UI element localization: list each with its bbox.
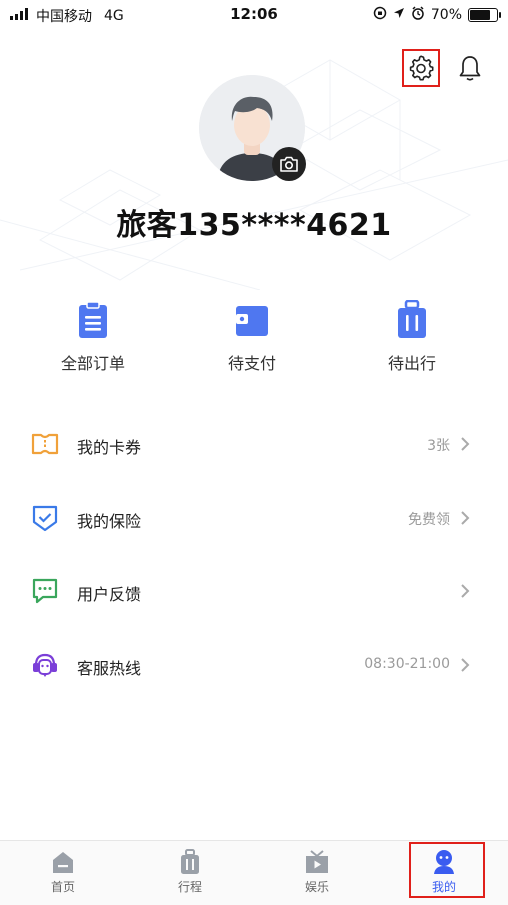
change-avatar-button[interactable] (272, 147, 306, 181)
camera-icon (280, 156, 298, 172)
menu-item-feedback[interactable]: 用户反馈 (0, 553, 508, 627)
settings-button[interactable] (402, 49, 440, 87)
battery-icon (468, 8, 501, 22)
hotline-hours: 08:30-21:00 (364, 655, 450, 672)
location-arrow-icon (393, 7, 405, 23)
pending-trip-button[interactable]: 待出行 (352, 299, 472, 374)
menu-item-hotline[interactable]: 客服热线 08:30-21:00 (0, 627, 508, 701)
menu-list: 我的卡券 3张 我的保险 免费领 用户反馈 客服热线 08:30-21:00 (0, 406, 508, 700)
notification-button[interactable] (455, 52, 485, 84)
coupon-count: 3张 (427, 438, 450, 454)
tv-play-icon (304, 849, 330, 875)
home-icon (50, 849, 76, 875)
tab-home[interactable]: 首页 (0, 841, 126, 905)
alarm-icon (411, 6, 425, 24)
status-bar: 中国移动 4G 12:06 70% (0, 0, 508, 28)
bell-icon (459, 56, 481, 81)
tab-entertainment[interactable]: 娱乐 (254, 841, 380, 905)
chevron-right-icon (461, 437, 470, 451)
chevron-right-icon (461, 584, 470, 598)
profile-page: 中国移动 4G 12:06 70% 旅客135****4621 全部订单 待支付… (0, 0, 508, 905)
tab-label: 首页 (50, 880, 75, 894)
pending-payment-button[interactable]: 待支付 (192, 300, 312, 374)
luggage-icon (392, 299, 432, 340)
all-orders-label: 全部订单 (60, 354, 125, 373)
username: 旅客135****4621 (116, 208, 392, 243)
menu-item-insurance[interactable]: 我的保险 免费领 (0, 480, 508, 554)
chevron-right-icon (461, 657, 470, 672)
menu-item-label: 我的卡券 (77, 438, 142, 457)
menu-item-label: 用户反馈 (77, 585, 142, 604)
pending-trip-label: 待出行 (387, 354, 436, 373)
clipboard-icon (73, 300, 113, 340)
tab-label: 行程 (177, 880, 202, 894)
menu-item-coupons[interactable]: 我的卡券 3张 (0, 406, 508, 480)
shield-check-icon (31, 504, 59, 532)
pending-payment-label: 待支付 (227, 354, 276, 373)
all-orders-button[interactable]: 全部订单 (33, 300, 153, 374)
menu-item-label: 我的保险 (77, 511, 142, 531)
ticket-icon (31, 430, 59, 458)
status-right: 70% (373, 6, 501, 24)
gear-icon (409, 55, 434, 81)
wallet-icon (232, 300, 272, 340)
tab-mine-highlight (409, 842, 485, 898)
lock-rotation-icon (373, 6, 387, 24)
chevron-right-icon (461, 510, 470, 525)
menu-item-label: 客服热线 (77, 658, 142, 678)
headset-icon (31, 651, 59, 679)
suitcase-icon (177, 849, 203, 875)
order-shortcuts: 全部订单 待支付 待出行 (0, 299, 508, 380)
chat-bubble-icon (31, 577, 59, 605)
tab-label: 娱乐 (304, 880, 329, 894)
battery-percent: 70% (430, 7, 462, 23)
insurance-status: 免费领 (408, 511, 450, 528)
tab-trips[interactable]: 行程 (127, 841, 253, 905)
